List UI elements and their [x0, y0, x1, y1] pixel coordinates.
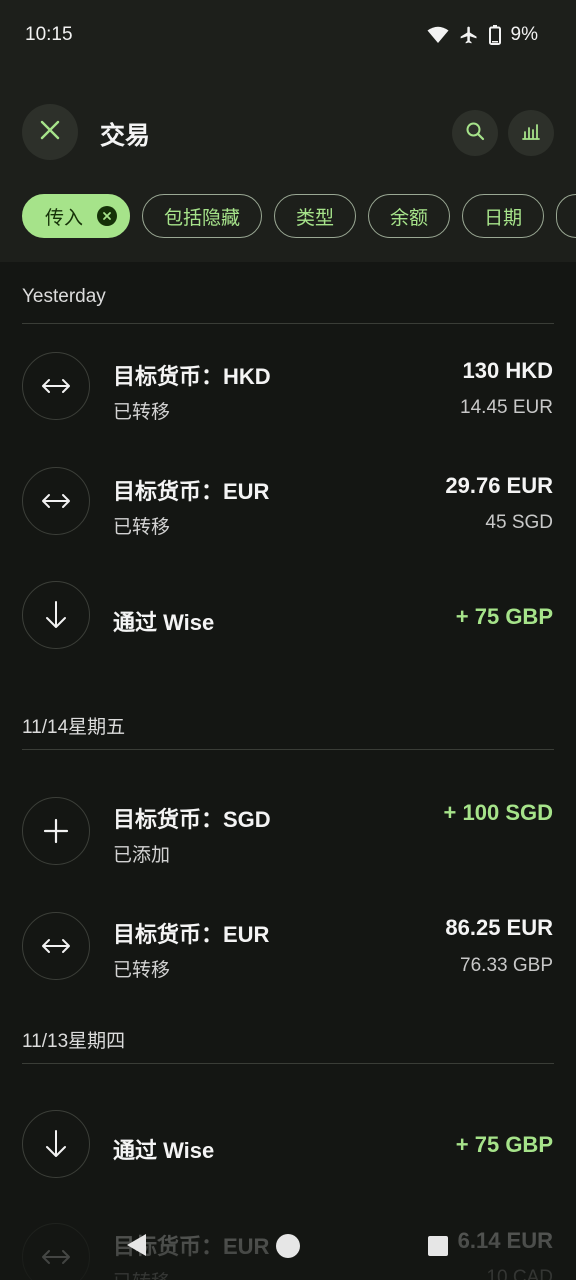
- status-icons: 9%: [427, 24, 538, 46]
- transaction-title: 目标货币：EUR: [113, 479, 270, 504]
- transaction-amount: 130 HKD: [462, 358, 553, 383]
- exchange-icon: [22, 467, 90, 535]
- plus-icon: [22, 797, 90, 865]
- transaction-status: 已转移: [113, 517, 171, 538]
- section-header: 11/14星期五: [22, 688, 554, 750]
- filter-chip-label: 日期: [484, 207, 523, 229]
- transaction-amount: + 75 GBP: [455, 604, 553, 629]
- search-icon: [465, 121, 485, 146]
- transaction-row[interactable]: 目标货币：SGD 已添加 + 100 SGD: [0, 773, 576, 888]
- top-app-bar: 10:15 9% 交易 传入 包括隐藏 类型 余额 日期: [0, 0, 576, 262]
- airplane-icon: [459, 25, 479, 45]
- arrow-down-icon: [22, 581, 90, 649]
- transaction-amount: + 75 GBP: [455, 1132, 553, 1157]
- exchange-icon: [22, 912, 90, 980]
- transaction-row[interactable]: 目标货币：HKD 已转移 130 HKD 14.45 EUR: [0, 346, 576, 461]
- filter-chip-label: 类型: [296, 207, 335, 229]
- header: 交易: [0, 104, 576, 160]
- exchange-icon: [22, 352, 90, 420]
- filter-chip-label: 传入: [45, 207, 84, 229]
- filter-chip-incoming[interactable]: 传入: [22, 194, 131, 238]
- wifi-icon: [427, 26, 449, 44]
- recents-icon[interactable]: [427, 1235, 449, 1262]
- section-header: Yesterday: [22, 262, 554, 324]
- clear-filter-icon[interactable]: [97, 206, 118, 226]
- section-header: 11/13星期四: [22, 1002, 554, 1064]
- transaction-title: 目标货币：EUR: [113, 922, 270, 947]
- section-title: Yesterday: [22, 286, 106, 307]
- transaction-status: 已添加: [113, 845, 171, 866]
- transaction-title: 通过 Wise: [113, 610, 215, 635]
- filter-chip-type[interactable]: 类型: [274, 194, 357, 238]
- close-button[interactable]: [22, 104, 78, 160]
- battery-level: 9%: [510, 24, 538, 45]
- transaction-secondary-amount: 14.45 EUR: [460, 397, 553, 418]
- home-icon[interactable]: [275, 1233, 301, 1264]
- battery-icon: [488, 25, 501, 45]
- page-title: 交易: [100, 122, 151, 150]
- transaction-secondary-amount: 45 SGD: [485, 512, 553, 533]
- arrow-down-icon: [22, 1110, 90, 1178]
- bar-chart-icon: [521, 121, 541, 146]
- filter-chip-include-hidden[interactable]: 包括隐藏: [142, 194, 263, 238]
- transaction-title: 目标货币：SGD: [113, 807, 271, 832]
- transaction-row[interactable]: 目标货币：EUR 已转移 29.76 EUR 45 SGD: [0, 461, 576, 576]
- transaction-title: 通过 Wise: [113, 1138, 215, 1163]
- transaction-status: 已转移: [113, 402, 171, 423]
- status-bar: 10:15 9%: [0, 0, 576, 70]
- transaction-amount: + 100 SGD: [443, 800, 553, 825]
- back-icon[interactable]: [124, 1232, 148, 1263]
- filter-chip-label: 包括隐藏: [164, 207, 241, 229]
- transaction-amount: 29.76 EUR: [445, 473, 553, 498]
- transaction-row[interactable]: 通过 Wise + 75 GBP: [0, 1087, 576, 1202]
- transaction-status: 已转移: [113, 960, 171, 981]
- filter-chip-more[interactable]: [556, 194, 576, 238]
- close-icon: [39, 119, 61, 146]
- transaction-amount: 86.25 EUR: [445, 915, 553, 940]
- search-button[interactable]: [452, 110, 498, 156]
- filter-chips: 传入 包括隐藏 类型 余额 日期: [22, 194, 576, 240]
- section-title: 11/14星期五: [22, 717, 126, 738]
- filter-chip-label: 余额: [390, 207, 429, 229]
- transaction-row[interactable]: 通过 Wise + 75 GBP: [0, 575, 576, 690]
- section-title: 11/13星期四: [22, 1031, 126, 1052]
- filter-chip-date[interactable]: 日期: [462, 194, 545, 238]
- transaction-secondary-amount: 76.33 GBP: [460, 955, 553, 976]
- stats-button[interactable]: [508, 110, 554, 156]
- system-nav-bar: [0, 1212, 576, 1280]
- transaction-title: 目标货币：HKD: [113, 364, 271, 389]
- transaction-row[interactable]: 目标货币：EUR 已转移 86.25 EUR 76.33 GBP: [0, 888, 576, 1003]
- filter-chip-balance[interactable]: 余额: [368, 194, 451, 238]
- status-time: 10:15: [25, 24, 73, 45]
